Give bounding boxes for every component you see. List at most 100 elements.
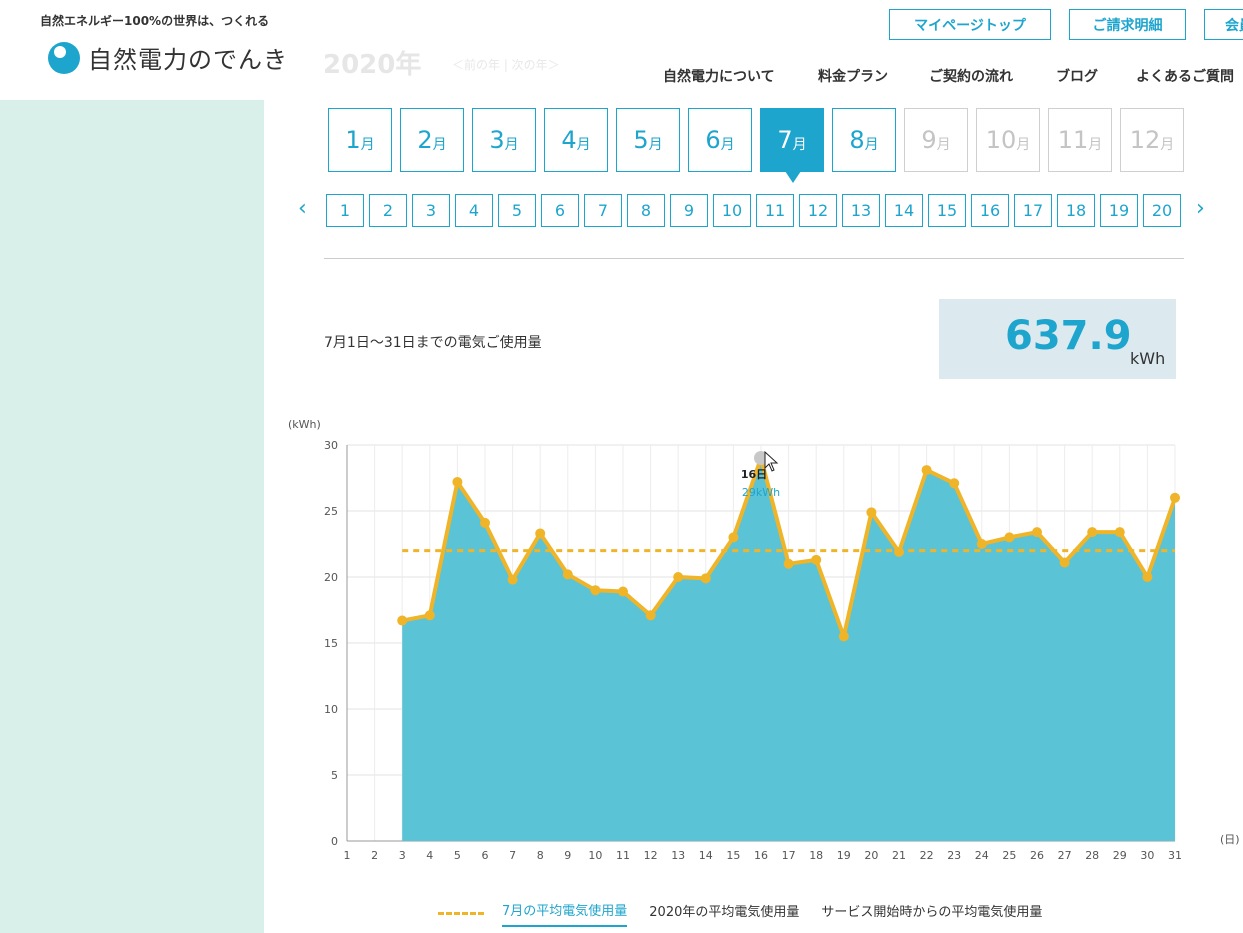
day-button-2[interactable]: 2 <box>369 194 407 227</box>
month-tab-10: 10 月 <box>976 108 1040 172</box>
month-tab-9: 9月 <box>904 108 968 172</box>
day-button-6[interactable]: 6 <box>541 194 579 227</box>
prev-days-arrow-icon[interactable]: ‹ <box>298 196 307 221</box>
y-axis-label: (kWh) <box>288 418 321 431</box>
total-usage-unit: kWh <box>1130 349 1166 368</box>
month-tab-2[interactable]: 2月 <box>400 108 464 172</box>
month-number: 10 <box>985 126 1017 154</box>
day-button-14[interactable]: 14 <box>885 194 923 227</box>
x-tick-label: 21 <box>892 849 906 862</box>
x-tick-label: 3 <box>399 849 406 862</box>
legend-service-average[interactable]: サービス開始時からの平均電気使用量 <box>821 901 1042 926</box>
y-tick-label: 15 <box>324 637 338 650</box>
left-sidebar <box>0 100 264 933</box>
day-button-20[interactable]: 20 <box>1143 194 1181 227</box>
nav-faq[interactable]: よくあるご質問 <box>1136 66 1234 86</box>
logo-text: 自然電力のでんき <box>88 46 288 74</box>
nav-contract-flow[interactable]: ご契約の流れ <box>929 66 1013 86</box>
day-button-9[interactable]: 9 <box>670 194 708 227</box>
usage-point <box>535 528 546 539</box>
total-usage-value: 637.9 <box>1005 313 1132 359</box>
x-tick-label: 17 <box>782 849 796 862</box>
day-button-13[interactable]: 13 <box>842 194 880 227</box>
site-header: 自然エネルギー100%の世界は、つくれる 自然電力のでんき 2020年 ＜前の年… <box>0 0 1243 100</box>
site-logo[interactable]: 自然電力のでんき <box>48 40 288 75</box>
month-tab-4[interactable]: 4月 <box>544 108 608 172</box>
month-unit: 月 <box>792 137 807 153</box>
x-tick-label: 29 <box>1113 849 1127 862</box>
x-tick-label: 2 <box>371 849 378 862</box>
x-tick-label: 14 <box>699 849 713 862</box>
x-tick-label: 6 <box>482 849 489 862</box>
day-button-7[interactable]: 7 <box>584 194 622 227</box>
billing-details-button[interactable]: ご請求明細 <box>1069 9 1186 40</box>
x-tick-label: 30 <box>1140 849 1154 862</box>
month-tab-8[interactable]: 8月 <box>832 108 896 172</box>
tooltip-day: 16日 <box>741 468 767 481</box>
day-button-5[interactable]: 5 <box>498 194 536 227</box>
legend-year-average[interactable]: 2020年の平均電気使用量 <box>649 901 799 926</box>
day-button-3[interactable]: 3 <box>412 194 450 227</box>
month-number: 7 <box>777 126 793 154</box>
day-button-8[interactable]: 8 <box>627 194 665 227</box>
usage-point <box>866 507 877 518</box>
day-button-12[interactable]: 12 <box>799 194 837 227</box>
usage-point <box>700 573 711 584</box>
y-tick-label: 0 <box>331 835 338 848</box>
month-unit: 月 <box>720 137 735 153</box>
day-button-16[interactable]: 16 <box>971 194 1009 227</box>
month-unit: 月 <box>864 137 879 153</box>
y-tick-label: 25 <box>324 505 338 518</box>
y-tick-label: 30 <box>324 439 338 452</box>
nav-about[interactable]: 自然電力について <box>663 66 775 86</box>
year-heading: 2020年 <box>323 50 422 80</box>
month-unit: 月 <box>432 137 447 153</box>
usage-point <box>590 585 601 596</box>
month-tab-1[interactable]: 1月 <box>328 108 392 172</box>
usage-point <box>397 615 408 626</box>
y-tick-label: 20 <box>324 571 338 584</box>
usage-chart[interactable]: 0510152025301 2 3 4 5 6 7 8 9 10 11 12 13 14 15 16 17 18 1… <box>280 410 1243 870</box>
day-button-10[interactable]: 10 <box>713 194 751 227</box>
month-unit: 月 <box>504 137 519 153</box>
month-number: 5 <box>633 126 649 154</box>
day-button-18[interactable]: 18 <box>1057 194 1095 227</box>
month-unit: 月 <box>936 137 951 153</box>
legend-month-average[interactable]: 7月の平均電気使用量 <box>502 900 628 927</box>
day-button-19[interactable]: 19 <box>1100 194 1138 227</box>
month-tab-5[interactable]: 5月 <box>616 108 680 172</box>
usage-point <box>838 631 849 642</box>
member-button[interactable]: 会員 <box>1204 9 1243 40</box>
month-number: 2 <box>417 126 433 154</box>
x-tick-label: 13 <box>671 849 685 862</box>
x-tick-label: 4 <box>426 849 433 862</box>
x-tick-label: 19 <box>837 849 851 862</box>
month-unit: 月 <box>1088 137 1103 153</box>
month-tab-6[interactable]: 6月 <box>688 108 752 172</box>
day-button-4[interactable]: 4 <box>455 194 493 227</box>
usage-point <box>452 476 463 487</box>
mypage-top-button[interactable]: マイページトップ <box>889 9 1051 40</box>
year-switcher[interactable]: ＜前の年 | 次の年＞ <box>452 56 560 73</box>
usage-point <box>976 539 987 549</box>
usage-point <box>1114 527 1125 538</box>
day-button-15[interactable]: 15 <box>928 194 966 227</box>
month-number: 8 <box>849 126 865 154</box>
usage-point <box>949 478 960 489</box>
day-button-1[interactable]: 1 <box>326 194 364 227</box>
month-unit: 月 <box>360 137 375 153</box>
x-tick-label: 7 <box>509 849 516 862</box>
x-tick-label: 9 <box>564 849 571 862</box>
x-tick-label: 24 <box>975 849 989 862</box>
x-tick-label: 12 <box>644 849 658 862</box>
usage-point <box>1004 532 1015 543</box>
next-days-arrow-icon[interactable]: › <box>1196 196 1205 221</box>
month-tab-3[interactable]: 3月 <box>472 108 536 172</box>
month-tab-7[interactable]: 7月 <box>760 108 824 183</box>
nav-pricing[interactable]: 料金プラン <box>818 66 888 86</box>
usage-point <box>783 558 794 569</box>
day-button-17[interactable]: 17 <box>1014 194 1052 227</box>
day-button-11[interactable]: 11 <box>756 194 794 227</box>
x-tick-label: 16 <box>754 849 768 862</box>
nav-blog[interactable]: ブログ <box>1056 66 1098 86</box>
